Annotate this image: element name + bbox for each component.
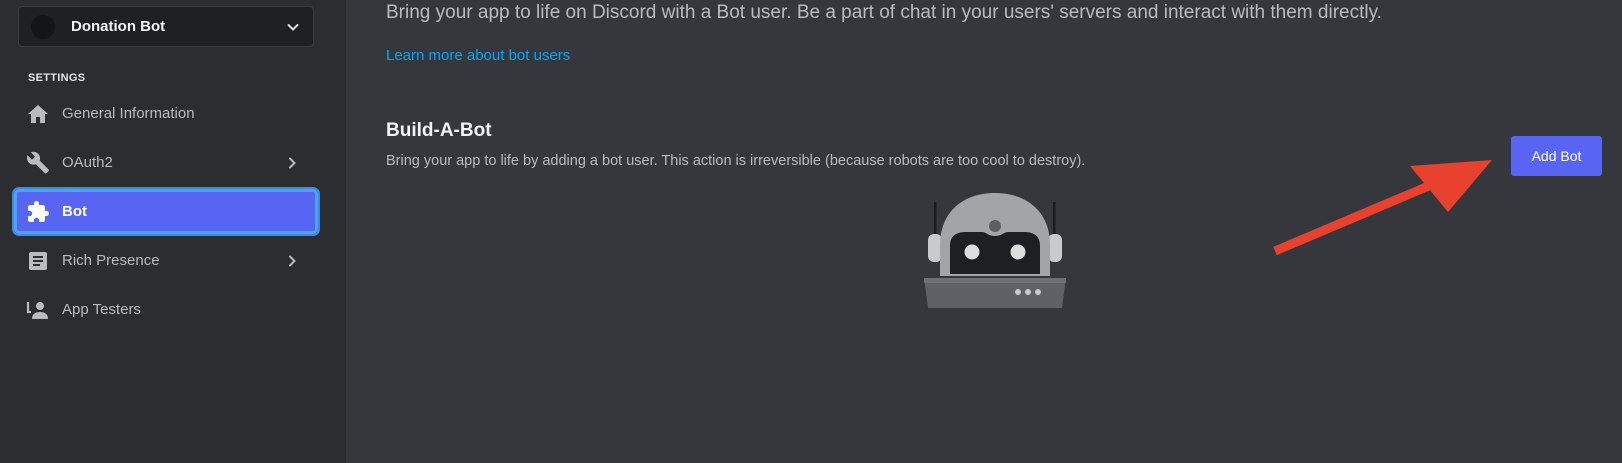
- sidebar-item-bot[interactable]: Bot: [12, 187, 320, 236]
- settings-nav: General Information OAuth2 Bot Rich Pres…: [12, 91, 320, 336]
- app-selector[interactable]: Donation Bot: [18, 6, 314, 47]
- sidebar-item-rich-presence[interactable]: Rich Presence: [14, 238, 318, 283]
- annotation-arrow-icon: [1273, 160, 1492, 256]
- document-icon: [29, 251, 47, 270]
- sidebar-item-app-testers[interactable]: App Testers: [14, 287, 318, 332]
- sidebar-item-label: OAuth2: [62, 154, 113, 171]
- add-bot-button[interactable]: Add Bot: [1511, 136, 1602, 176]
- sidebar-item-general-information[interactable]: General Information: [14, 91, 318, 136]
- build-a-bot-heading: Build-A-Bot: [386, 120, 492, 141]
- sidebar: Donation Bot SETTINGS General Informatio…: [0, 0, 346, 463]
- settings-section-title: SETTINGS: [28, 72, 86, 84]
- wrench-icon: [26, 151, 49, 174]
- build-a-bot-description: Bring your app to life by adding a bot u…: [386, 153, 1086, 169]
- bot-intro-text: Bring your app to life on Discord with a…: [386, 2, 1382, 23]
- sidebar-item-oauth2[interactable]: OAuth2: [14, 140, 318, 185]
- sidebar-item-label: App Testers: [62, 301, 141, 318]
- puzzle-icon: [28, 200, 49, 222]
- robot-illustration: [924, 193, 1066, 308]
- person-icon: [26, 301, 48, 319]
- chevron-right-icon: [289, 157, 296, 168]
- sidebar-item-label: General Information: [62, 105, 195, 122]
- learn-more-link[interactable]: Learn more about bot users: [386, 47, 570, 64]
- home-icon: [28, 104, 48, 123]
- sidebar-item-label: Rich Presence: [62, 252, 160, 269]
- sidebar-item-label: Bot: [62, 203, 87, 220]
- chevron-right-icon: [289, 255, 296, 266]
- chevron-down-icon: [287, 23, 299, 31]
- app-name: Donation Bot: [71, 18, 166, 35]
- app-avatar: [31, 14, 55, 39]
- developer-portal: Donation Bot SETTINGS General Informatio…: [0, 0, 1622, 463]
